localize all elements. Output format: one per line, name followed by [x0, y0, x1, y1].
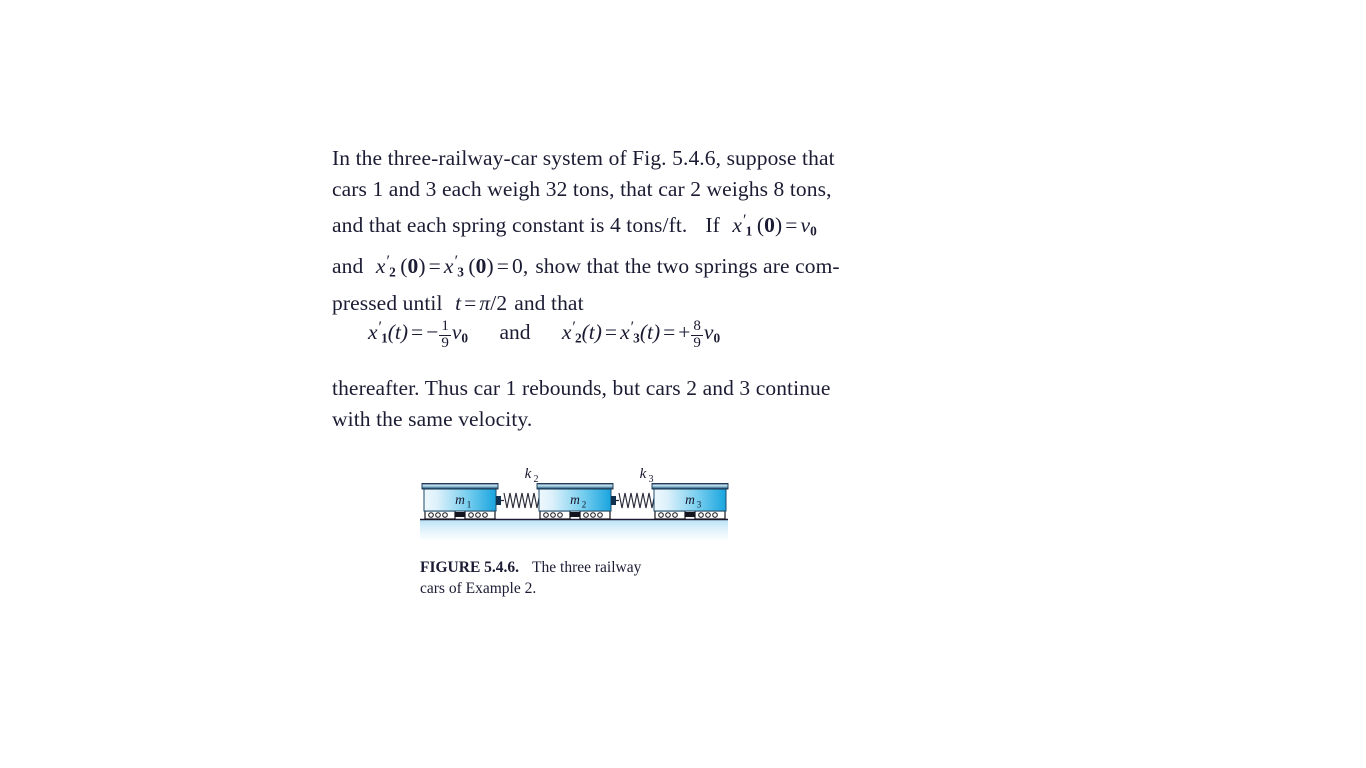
eq-rhs2-var: x [620, 320, 630, 345]
problem-line-2: cars 1 and 3 each weigh 32 tons, that ca… [332, 177, 832, 201]
eq-fraction-eight-ninths: 89 [691, 317, 703, 351]
eq-equals-2: = [604, 320, 618, 345]
eq-v-sub-2: 0 [713, 331, 721, 347]
eq-fraction-one-ninth: 19 [439, 317, 451, 351]
spring-k3-label: k [640, 466, 647, 482]
car-3-label: m [685, 492, 695, 507]
inline-math-x1-prime-zero: x′1 (0) = v0 [732, 212, 817, 239]
ground [420, 518, 728, 541]
conclusion-paragraph: thereafter. Thus car 1 rebounds, but car… [332, 373, 932, 435]
eq-minus: − [426, 320, 439, 345]
car-1-label-subscript: 1 [467, 500, 472, 510]
eq-frac1-denominator: 9 [439, 334, 451, 351]
eq-frac1-numerator: 1 [441, 317, 449, 334]
problem-line-3: and that each spring constant is 4 tons/… [332, 205, 912, 246]
eq-lhs-arg: (t) [387, 320, 409, 345]
inline-math-t-pi-over-2: t = π/2 [455, 290, 508, 315]
problem-line-4: and x′2 (0) = x′3 (0) = 0, show that the two … [332, 246, 912, 287]
caption-line-2: cars of Example 2. [420, 580, 537, 597]
car-2-label-subscript: 2 [582, 500, 587, 510]
caption-figure-label: FIGURE 5.4.6. [420, 559, 520, 576]
car-3-bogies [654, 510, 726, 520]
problem-paragraph: In the three-railway-car system of Fig. … [332, 143, 912, 319]
eq-frac2-numerator: 8 [693, 317, 701, 334]
car-3-label-subscript: 3 [697, 500, 702, 510]
eq-plus: + [678, 320, 691, 345]
eq-frac2-denominator: 9 [691, 334, 703, 351]
car-2-label: m [570, 492, 580, 507]
problem-text-block: In the three-railway-car system of Fig. … [332, 143, 912, 319]
eq-equals-3: = [663, 320, 676, 345]
equation-left-side: x′1(t) = −1 9 v0 [368, 318, 469, 350]
figure-railway-cars: m 1 k 2 m 2 k 3 m 3 [419, 462, 731, 541]
eq-rhs2-arg: (t) [639, 320, 661, 345]
figure-caption: FIGURE 5.4.6. The three railway cars of E… [420, 557, 720, 599]
eq-lhs-var: x [368, 320, 378, 345]
car-1-label: m [455, 492, 465, 507]
problem-line-3-if: If [705, 212, 720, 237]
conclusion-line-2: with the same velocity. [332, 407, 533, 431]
railway-car-2: m 2 [536, 483, 616, 520]
railway-car-3: m 3 [651, 483, 729, 520]
eq-v-sub-1: 0 [461, 331, 469, 347]
problem-line-3-text: and that each spring constant is 4 tons/… [332, 212, 688, 237]
railway-car-1: m 1 [421, 483, 501, 520]
eq-rhs1-sub: 2 [574, 331, 582, 347]
display-equation: x′1(t) = −1 9 v0 and x′2(t) = x′3(t) = +8 9 v0 [368, 318, 720, 350]
problem-line-4-text: show that the two springs are com- [535, 254, 840, 279]
eq-rhs1-arg: (t) [581, 320, 602, 345]
problem-line-1: In the three-railway-car system of Fig. … [332, 146, 835, 170]
eq-rhs1-var: x [561, 320, 572, 345]
caption-text-1: The three railway [532, 559, 642, 576]
problem-line-4-and: and [332, 254, 364, 279]
problem-line-5-text: pressed until [332, 290, 443, 315]
conclusion-line-1: thereafter. Thus car 1 rebounds, but car… [332, 376, 831, 400]
inline-math-x2-x3-prime-zero: x′2 (0) = x′3 (0) = 0, [375, 253, 529, 280]
car-1-bogies [424, 510, 496, 520]
car-2-bogies [539, 510, 611, 520]
conclusion-text-block: thereafter. Thus car 1 rebounds, but car… [332, 373, 932, 435]
eq-rhs2-sub: 3 [633, 331, 640, 347]
eq-equals-1: = [411, 320, 424, 345]
eq-v-1: v [451, 320, 462, 345]
spring-k2-label: k [525, 466, 532, 482]
problem-line-5-tail: and that [514, 290, 584, 315]
problem-line-5: pressed until t = π/2 and that [332, 288, 912, 319]
equation-and-word: and [499, 320, 531, 345]
caption-line-1: FIGURE 5.4.6. The three railway [420, 557, 720, 578]
equation-right-side: x′2(t) = x′3(t) = +8 9 v0 [561, 318, 721, 350]
eq-lhs-sub: 1 [381, 331, 388, 347]
